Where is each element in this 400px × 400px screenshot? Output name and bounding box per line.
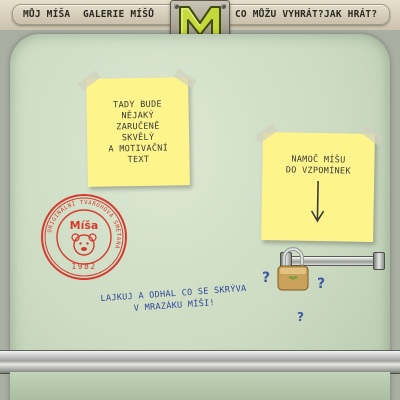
nav-link-galerie-misu[interactable]: GALERIE MÍŠŮ: [83, 5, 154, 24]
sticky-note-memories[interactable]: NAMOČ MÍŠU DO VZPOMÍNEK: [254, 123, 384, 242]
note-line: DO VZPOMÍNEK: [285, 165, 351, 177]
arrow-down-icon: [310, 180, 325, 223]
question-mark-icon: ?: [317, 276, 326, 292]
sticky-note-motivation: TADY BUDE NĚJAKÝ ZARUČENĚ SKVĚLÝ A MOTIV…: [77, 68, 197, 187]
nav-link-muj-misa[interactable]: MŮJ MÍŠA: [23, 5, 70, 24]
nav-link-jak-hrat[interactable]: JAK HRÁT?: [324, 5, 377, 24]
handle-mount: [373, 252, 385, 270]
fridge-chrome-bar: [0, 350, 400, 374]
freezer-door[interactable]: [10, 372, 390, 400]
stamp-year: 1982: [71, 262, 96, 271]
stamp-brand: Míša: [70, 219, 99, 232]
bear-icon: [71, 233, 97, 256]
page: MŮJ MÍŠA GALERIE MÍŠŮ CO MŮŽU VYHRÁT? JA…: [0, 0, 400, 400]
question-mark-icon: ?: [297, 310, 304, 324]
nav-link-co-muzu-vyhrat[interactable]: CO MŮŽU VYHRÁT?: [235, 5, 324, 24]
note-line: TEXT: [127, 154, 150, 166]
misa-stamp: ORIGINÁLNÍ TVAROHOVÁ SMETANA Míša 1982: [41, 194, 127, 280]
